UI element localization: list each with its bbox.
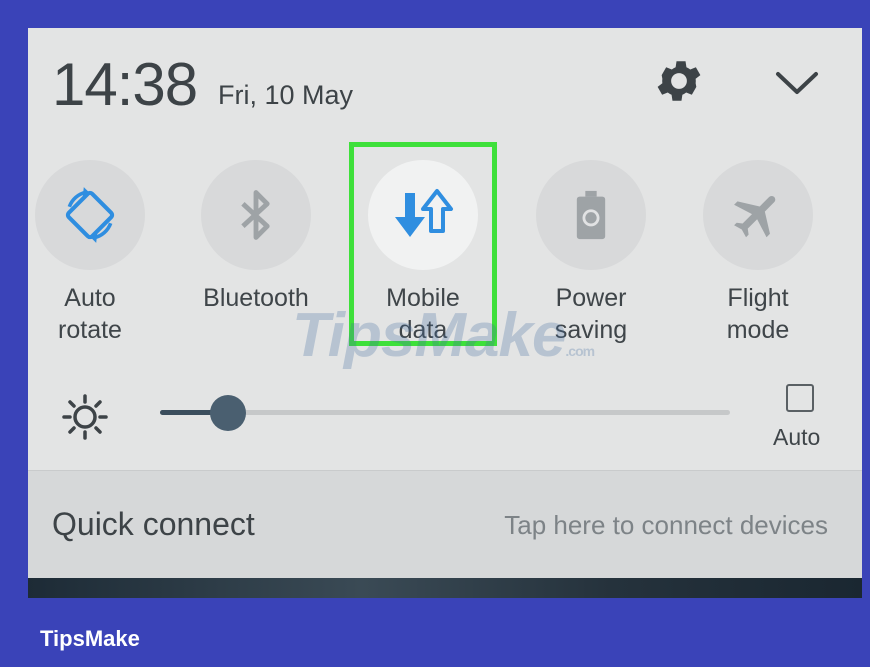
tile-auto-rotate-label: Auto rotate [58, 284, 122, 344]
watermark-text: TipsMake [292, 301, 566, 370]
quick-connect-hint[interactable]: Tap here to connect devices [504, 510, 828, 541]
brightness-icon [62, 394, 108, 440]
brightness-slider-thumb[interactable] [210, 395, 246, 431]
bluetooth-icon [241, 190, 270, 240]
tile-flight-mode-button[interactable] [703, 160, 813, 270]
brand-logo-text: TipsMake [40, 626, 140, 651]
tile-flight-mode[interactable]: Flight mode [688, 160, 828, 346]
quick-connect-title: Quick connect [52, 506, 255, 542]
tile-bluetooth[interactable]: Bluetooth [186, 160, 326, 314]
clock-time: 14:38 [52, 51, 198, 118]
chevron-down-icon[interactable] [772, 64, 822, 100]
power-saving-icon [576, 190, 606, 240]
auto-brightness-checkbox[interactable] [786, 384, 814, 412]
tile-bluetooth-button[interactable] [201, 160, 311, 270]
watermark-suffix: .com [565, 343, 595, 359]
tile-auto-rotate[interactable]: Auto rotate [20, 160, 160, 346]
flight-mode-icon [734, 195, 776, 238]
gear-icon[interactable] [652, 54, 706, 108]
tile-power-saving-button[interactable] [536, 160, 646, 270]
brightness-slider[interactable] [160, 395, 730, 431]
wallpaper-strip [28, 578, 862, 598]
clock-date: Fri, 10 May [218, 80, 354, 110]
auto-brightness-label: Auto [773, 424, 821, 450]
auto-rotate-icon [65, 187, 115, 243]
tile-auto-rotate-button[interactable] [35, 160, 145, 270]
tile-flight-mode-label: Flight mode [726, 284, 790, 344]
watermark: TipsMake.com [292, 300, 595, 371]
